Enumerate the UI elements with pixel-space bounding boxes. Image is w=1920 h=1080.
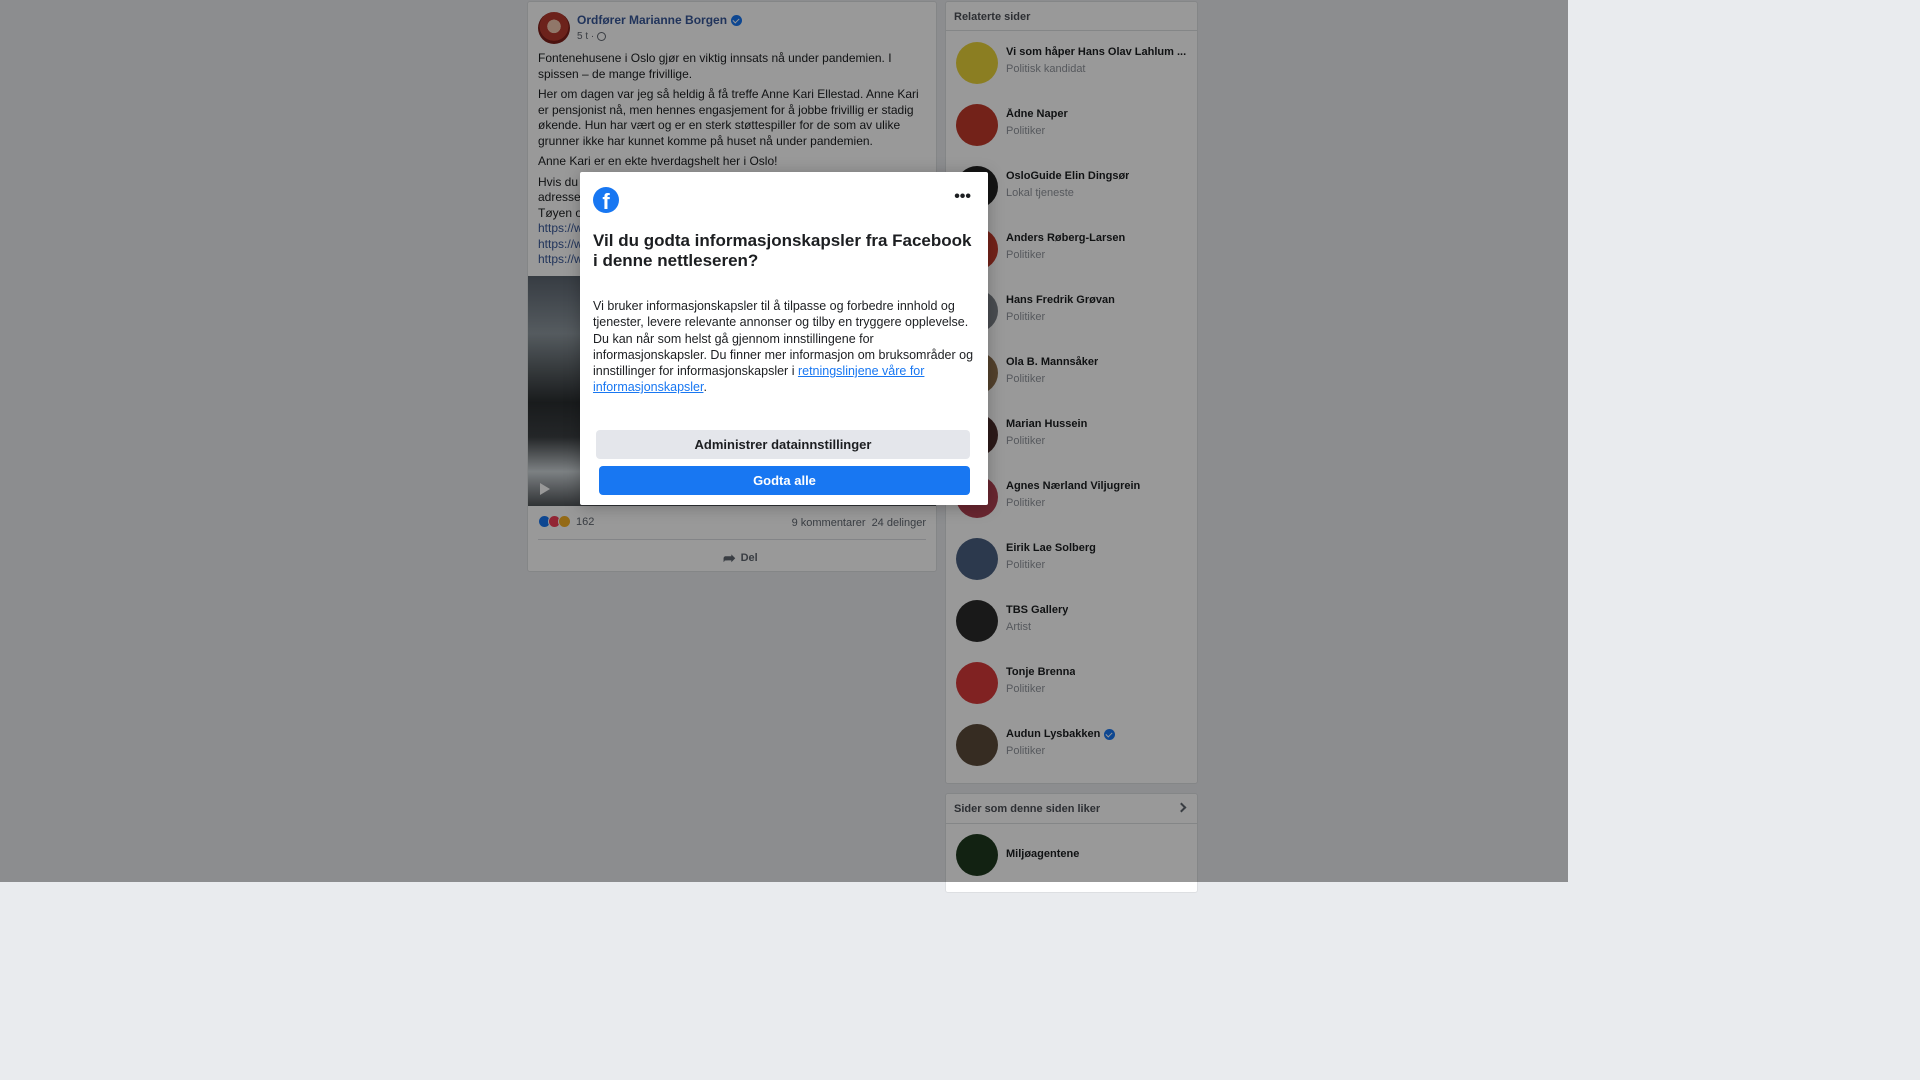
more-options-icon[interactable]: ••• (954, 189, 971, 205)
dialog-body-end: . (703, 380, 707, 395)
dialog-title: Vil du godta informasjonskapsler fra Fac… (593, 231, 972, 270)
cookie-consent-dialog: f ••• Vil du godta informasjonskapsler f… (580, 172, 988, 505)
manage-data-settings-button[interactable]: Administrer datainnstillinger (596, 430, 970, 459)
facebook-logo-icon: f (593, 187, 619, 213)
accept-all-button[interactable]: Godta alle (599, 466, 970, 495)
dialog-body: Vi bruker informasjonskapsler til å tilp… (593, 298, 977, 396)
